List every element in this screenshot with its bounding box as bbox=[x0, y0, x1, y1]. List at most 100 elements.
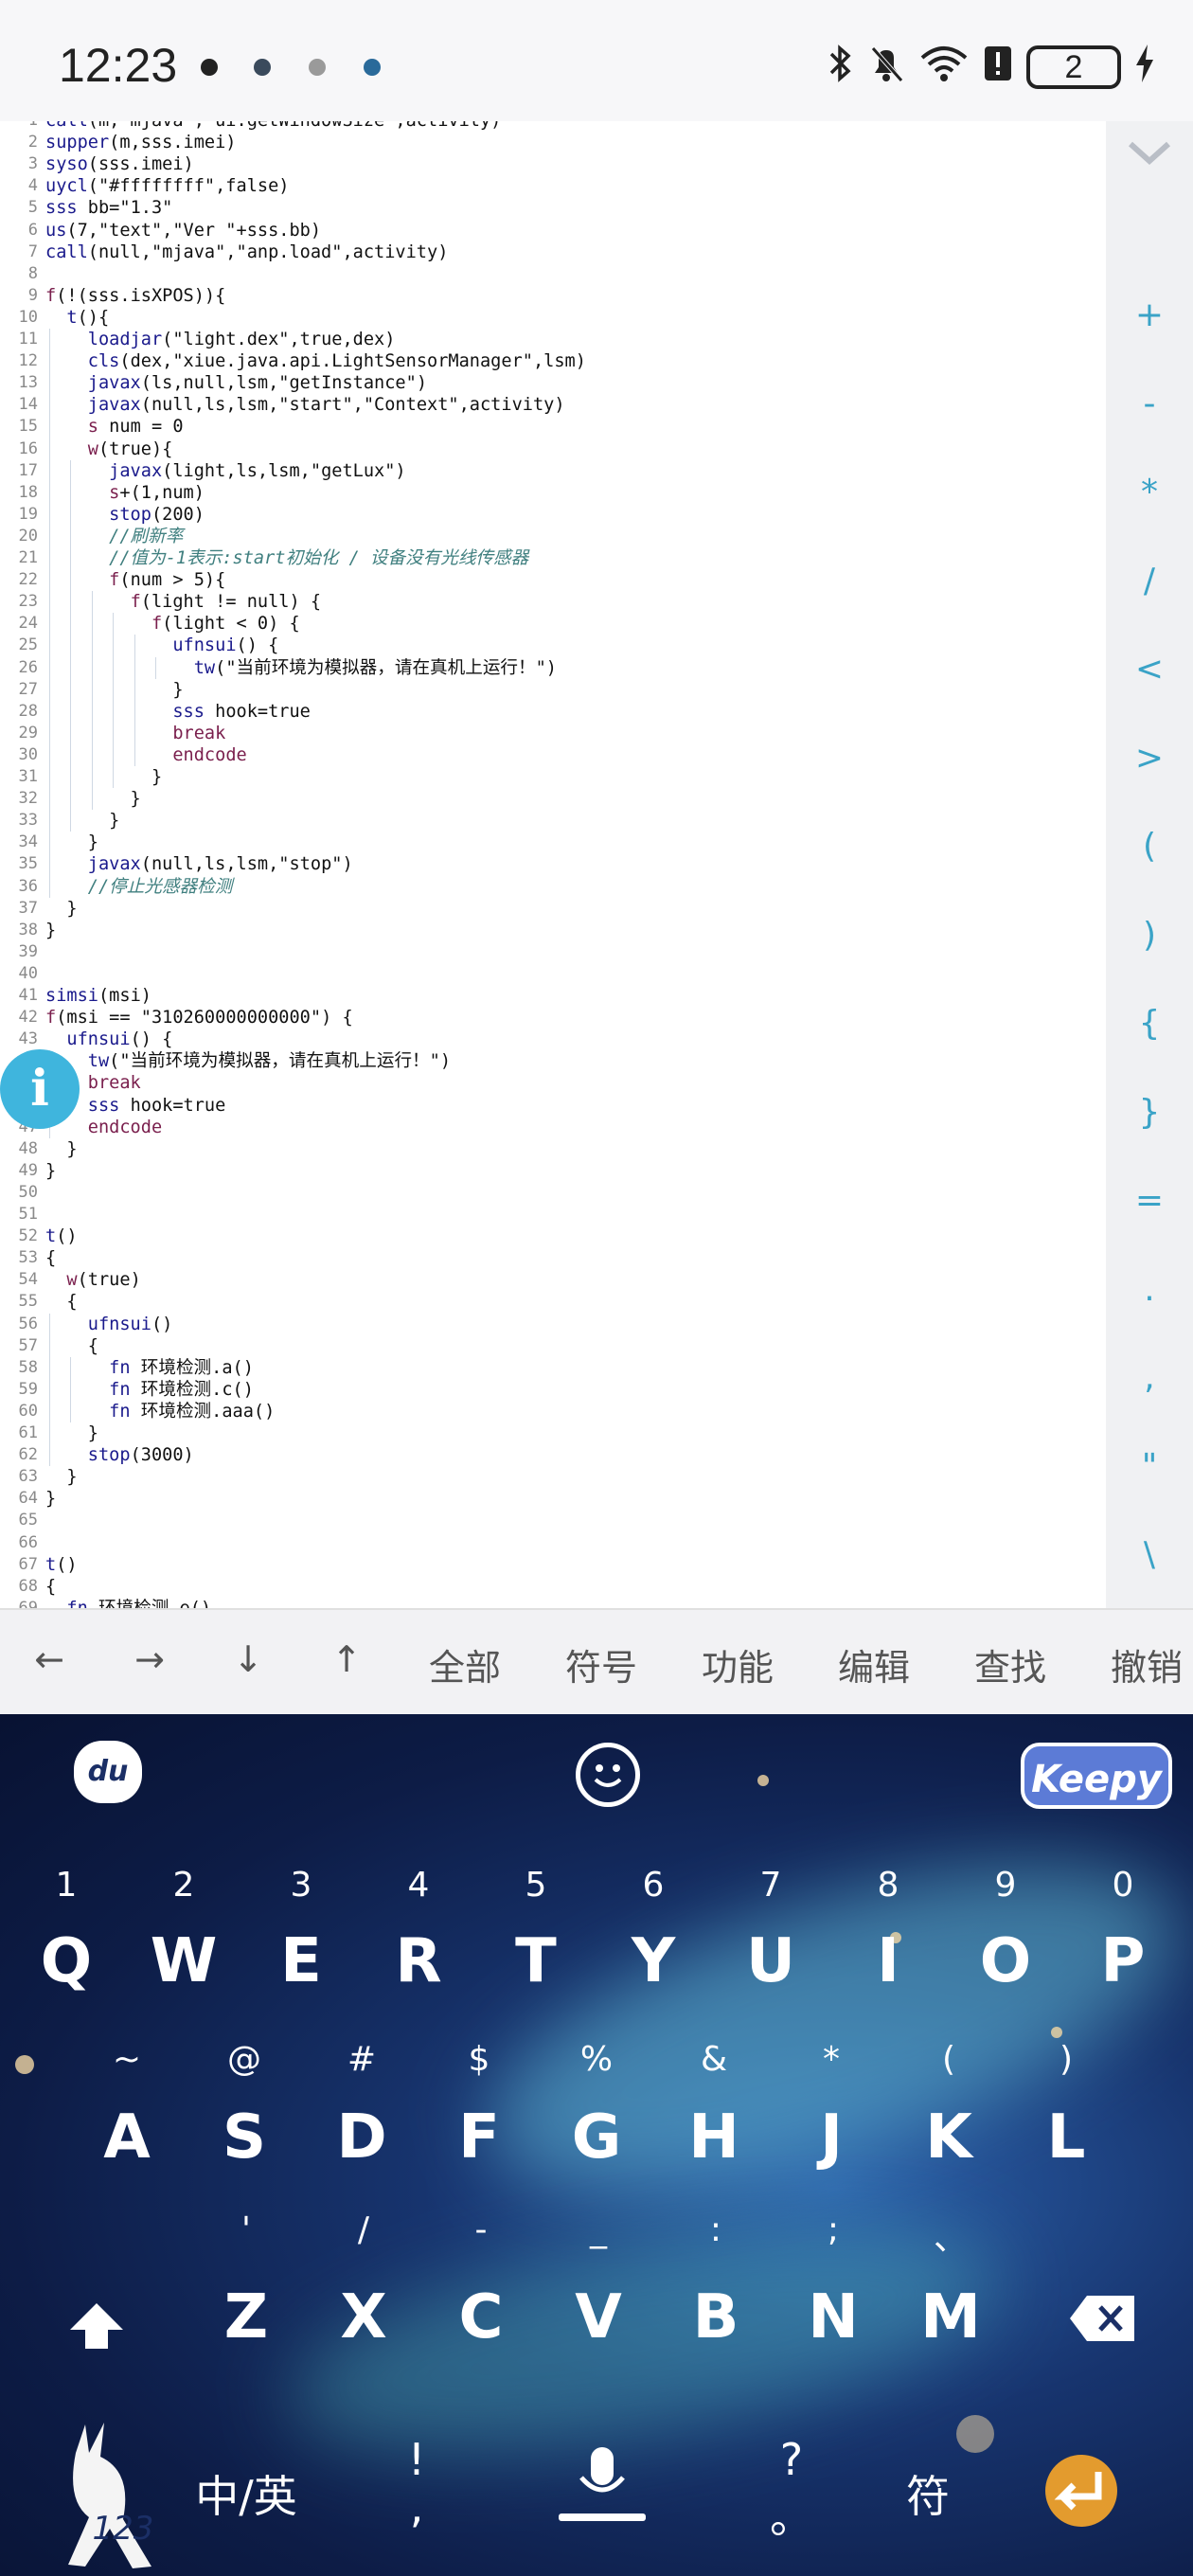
letter-key[interactable]: N bbox=[786, 2282, 881, 2352]
code-line[interactable]: 69 fn 环境检测.e() bbox=[0, 1598, 1106, 1608]
code-line[interactable]: 3 syso(sss.imei) bbox=[0, 153, 1106, 175]
code-line[interactable]: 35 javax(null,ls,lsm,"stop") bbox=[0, 853, 1106, 875]
letter-key[interactable]: Y bbox=[606, 1926, 701, 1996]
code-line[interactable]: 61 } bbox=[0, 1422, 1106, 1444]
letter-key[interactable]: V bbox=[551, 2282, 646, 2352]
code-line[interactable]: 17 javax(light,ls,lsm,"getLux") bbox=[0, 460, 1106, 482]
code-line[interactable]: 59 fn 环境检测.c() bbox=[0, 1379, 1106, 1401]
letter-key[interactable]: D bbox=[314, 2102, 409, 2173]
code-line[interactable]: 67 t() bbox=[0, 1554, 1106, 1576]
letter-key[interactable]: P bbox=[1076, 1926, 1170, 1996]
letter-key[interactable]: M bbox=[903, 2282, 998, 2352]
code-line[interactable]: 52 t() bbox=[0, 1225, 1106, 1247]
letter-key[interactable]: S bbox=[197, 2102, 292, 2173]
code-line[interactable]: 5 sss bb="1.3" bbox=[0, 197, 1106, 219]
letter-key[interactable]: B bbox=[668, 2282, 763, 2352]
code-line[interactable]: 55 { bbox=[0, 1291, 1106, 1313]
letter-key[interactable]: E bbox=[254, 1926, 348, 1996]
symbol-key[interactable]: 符 bbox=[890, 2462, 966, 2525]
toolbar-button[interactable]: 全部 bbox=[422, 1638, 507, 1689]
toolbar-button[interactable]: ← bbox=[21, 1638, 78, 1686]
symbol-key[interactable]: = bbox=[1106, 1181, 1193, 1220]
toolbar-button[interactable]: ↑ bbox=[318, 1638, 375, 1686]
code-line[interactable]: 58 fn 环境检测.a() bbox=[0, 1357, 1106, 1379]
code-line[interactable]: 48 } bbox=[0, 1138, 1106, 1160]
letter-key[interactable]: U bbox=[723, 1926, 818, 1996]
code-line[interactable]: 54 w(true) bbox=[0, 1269, 1106, 1291]
code-line[interactable]: 13 javax(ls,null,lsm,"getInstance") bbox=[0, 372, 1106, 394]
code-line[interactable]: 40 bbox=[0, 963, 1106, 985]
code-line[interactable]: 26 tw("当前环境为模拟器，请在真机上运行！") bbox=[0, 657, 1106, 679]
symbol-key[interactable]: \ bbox=[1106, 1535, 1193, 1574]
code-line[interactable]: 53 { bbox=[0, 1247, 1106, 1269]
code-line[interactable]: 38} bbox=[0, 920, 1106, 941]
code-line[interactable]: 8 bbox=[0, 263, 1106, 285]
code-line[interactable]: 24 f(light < 0) { bbox=[0, 613, 1106, 635]
info-float-button[interactable]: i bbox=[0, 1049, 80, 1129]
code-line[interactable]: 1 call(m,"mjava","ui.getWindowSize",activ… bbox=[0, 121, 1106, 132]
toolbar-button[interactable]: 功能 bbox=[695, 1638, 780, 1689]
letter-key[interactable]: J bbox=[784, 2102, 879, 2173]
code-line[interactable]: 66 bbox=[0, 1532, 1106, 1554]
code-line[interactable]: 30 endcode bbox=[0, 744, 1106, 766]
symbol-key[interactable]: , bbox=[1106, 1358, 1193, 1397]
letter-key[interactable]: F bbox=[432, 2102, 526, 2173]
letter-key[interactable]: A bbox=[80, 2102, 174, 2173]
num-123-key[interactable]: 123 bbox=[76, 2510, 170, 2548]
letter-key[interactable]: T bbox=[489, 1926, 583, 1996]
letter-key[interactable]: K bbox=[901, 2102, 996, 2173]
code-line[interactable]: 47 endcode bbox=[0, 1117, 1106, 1138]
letter-key[interactable]: I bbox=[841, 1926, 935, 1996]
code-line[interactable]: 12 cls(dex,"xiue.java.api.LightSensorMan… bbox=[0, 350, 1106, 372]
code-line[interactable]: 15 s num = 0 bbox=[0, 416, 1106, 438]
symbol-key[interactable]: ( bbox=[1106, 827, 1193, 866]
toolbar-button[interactable]: 符号 bbox=[559, 1638, 644, 1689]
code-line[interactable]: 43 ufnsui() { bbox=[0, 1029, 1106, 1050]
code-line[interactable]: 19 stop(200) bbox=[0, 504, 1106, 526]
code-line[interactable]: 11 loadjar("light.dex",true,dex) bbox=[0, 329, 1106, 350]
code-line[interactable]: 22 f(num > 5){ bbox=[0, 569, 1106, 591]
code-line[interactable]: 31 } bbox=[0, 766, 1106, 788]
question-bottom-label[interactable]: 。 bbox=[763, 2483, 820, 2546]
symbol-key[interactable]: - bbox=[1106, 385, 1193, 423]
code-line[interactable]: 41 simsi(msi) bbox=[0, 985, 1106, 1007]
code-line[interactable]: 64} bbox=[0, 1488, 1106, 1510]
symbol-key[interactable]: * bbox=[1106, 473, 1193, 511]
code-line[interactable]: 29 break bbox=[0, 723, 1106, 744]
symbol-key[interactable]: ) bbox=[1106, 916, 1193, 955]
code-line[interactable]: 63 } bbox=[0, 1466, 1106, 1488]
letter-key[interactable]: G bbox=[549, 2102, 644, 2173]
code-line[interactable]: 57 { bbox=[0, 1335, 1106, 1357]
symbol-key[interactable]: " bbox=[1106, 1447, 1193, 1486]
code-line[interactable]: 42 f(msi == "310260000000000") { bbox=[0, 1007, 1106, 1029]
code-line[interactable]: 28 sss hook=true bbox=[0, 701, 1106, 723]
toolbar-button[interactable]: 编辑 bbox=[831, 1638, 917, 1689]
code-line[interactable]: 65 bbox=[0, 1510, 1106, 1531]
enter-key[interactable] bbox=[1028, 2453, 1123, 2529]
code-line[interactable]: 27 } bbox=[0, 679, 1106, 701]
code-line[interactable]: 68 { bbox=[0, 1576, 1106, 1598]
symbol-key[interactable]: < bbox=[1106, 650, 1193, 689]
code-line[interactable]: 6 us(7,"text","Ver "+sss.bb) bbox=[0, 220, 1106, 242]
backspace-key[interactable] bbox=[1068, 2294, 1136, 2343]
letter-key[interactable]: Q bbox=[19, 1926, 114, 1996]
code-line[interactable]: 20 //刷新率 bbox=[0, 526, 1106, 547]
lang-switch-key[interactable]: 中/英 bbox=[170, 2462, 322, 2525]
code-line[interactable]: 62 stop(3000) bbox=[0, 1444, 1106, 1466]
code-line[interactable]: 45 break bbox=[0, 1072, 1106, 1094]
code-line[interactable]: 33 } bbox=[0, 810, 1106, 832]
code-line[interactable]: 39 bbox=[0, 941, 1106, 963]
letter-key[interactable]: C bbox=[434, 2282, 528, 2352]
symbol-key[interactable]: . bbox=[1106, 1270, 1193, 1309]
code-line[interactable]: 16 w(true){ bbox=[0, 438, 1106, 460]
letter-key[interactable]: O bbox=[958, 1926, 1053, 1996]
code-line[interactable]: 34 } bbox=[0, 832, 1106, 853]
symbol-key[interactable]: + bbox=[1106, 295, 1193, 334]
code-line[interactable]: 50 bbox=[0, 1182, 1106, 1204]
code-line[interactable]: 2 supper(m,sss.imei) bbox=[0, 132, 1106, 153]
collapse-chevron-icon[interactable] bbox=[1127, 131, 1172, 176]
letter-key[interactable]: R bbox=[371, 1926, 466, 1996]
shift-key[interactable] bbox=[66, 2298, 127, 2354]
toolbar-button[interactable]: 撤销 bbox=[1104, 1638, 1189, 1689]
space-mic-key[interactable] bbox=[555, 2443, 650, 2529]
